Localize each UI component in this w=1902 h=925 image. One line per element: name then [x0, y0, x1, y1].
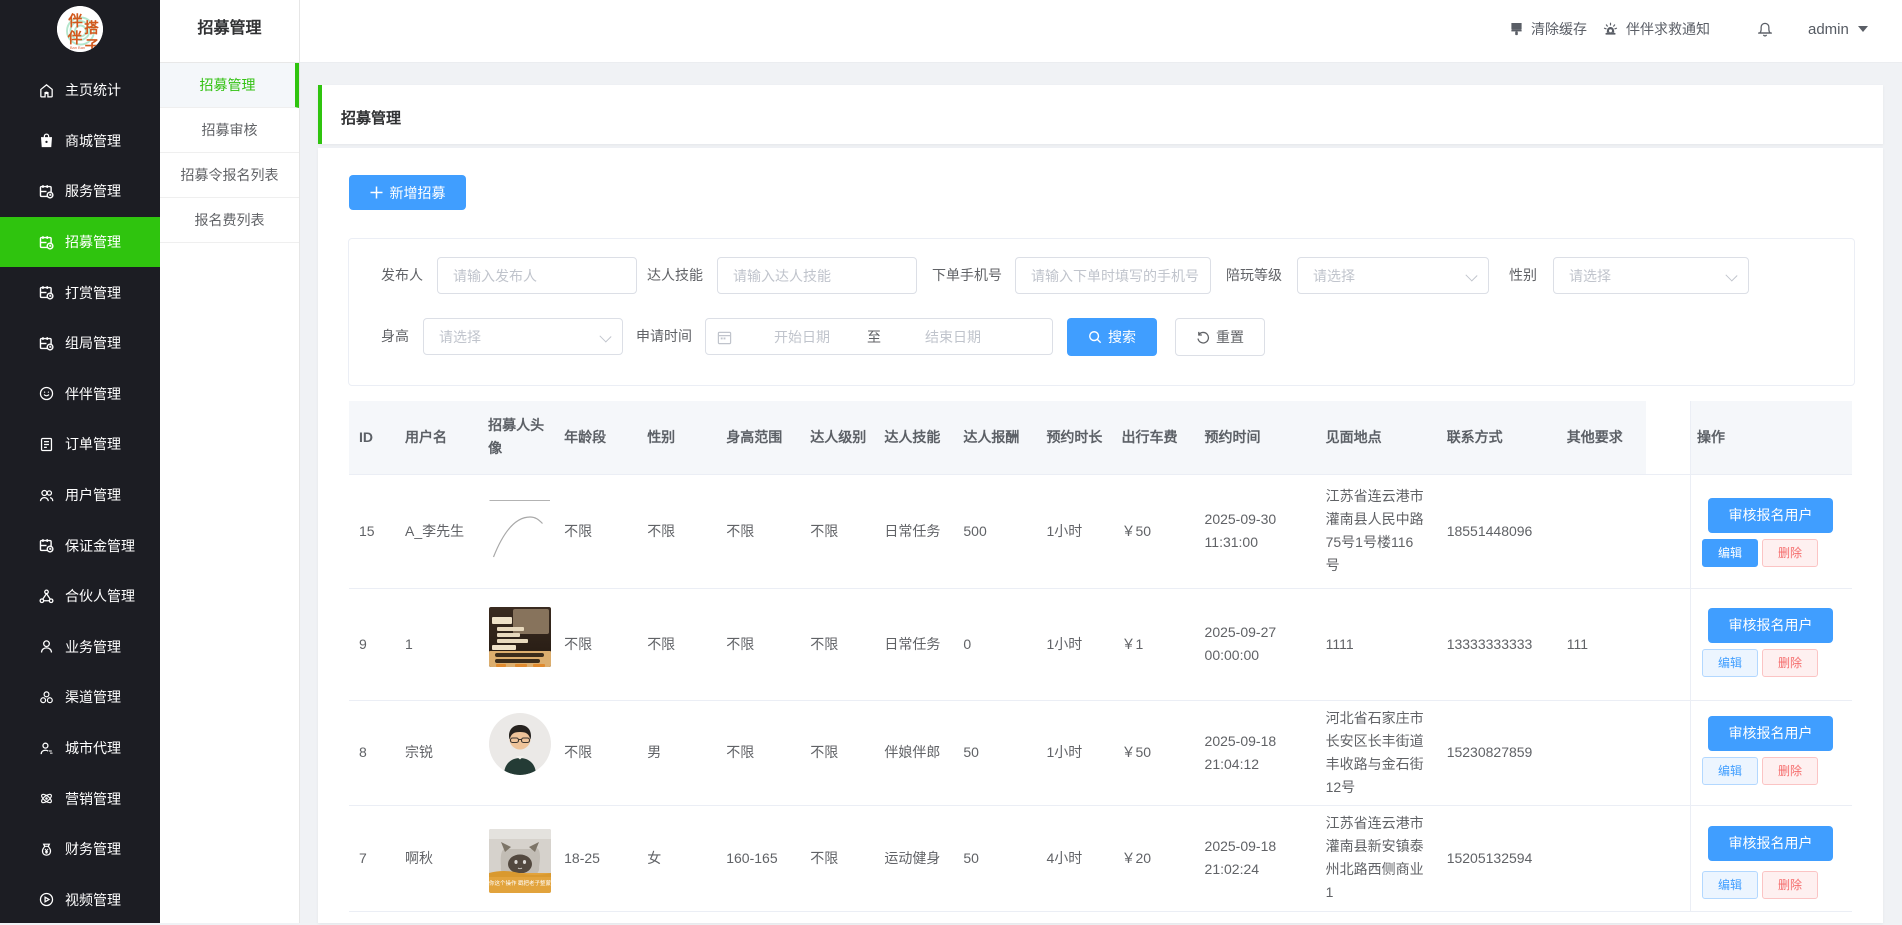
svg-text:子: 子	[85, 38, 100, 52]
svg-text:你这个操作 戳把老子整蒙: 你这个操作 戳把老子整蒙	[489, 879, 551, 887]
svg-text:搭: 搭	[84, 19, 99, 37]
svg-text:伴: 伴	[67, 12, 83, 30]
svg-text:Ban Ban: Ban Ban	[70, 45, 85, 50]
